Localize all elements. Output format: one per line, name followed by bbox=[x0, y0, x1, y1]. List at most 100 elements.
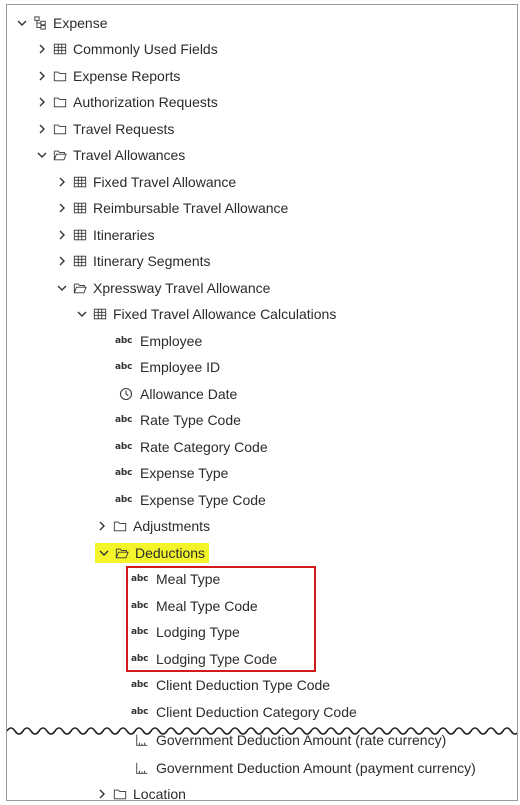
tree-node-itinerary-segments[interactable]: Itinerary Segments bbox=[55, 248, 211, 274]
tree-node-fixed-ta-calculations[interactable]: Fixed Travel Allowance Calculations bbox=[75, 301, 336, 327]
tree-label: Expense bbox=[53, 15, 108, 31]
chevron-down-icon[interactable] bbox=[55, 281, 69, 295]
tree-node-authorization-requests[interactable]: Authorization Requests bbox=[35, 89, 218, 115]
tree-label: Itinerary Segments bbox=[93, 253, 211, 269]
chevron-right-icon[interactable] bbox=[55, 201, 69, 215]
tree-label: Adjustments bbox=[133, 518, 211, 534]
tree-label: Expense Type Code bbox=[140, 492, 266, 508]
text-type-badge: abc bbox=[115, 495, 133, 505]
tree-label: Expense Type bbox=[140, 465, 229, 481]
table-icon bbox=[72, 200, 88, 216]
tree-label: Travel Allowances bbox=[73, 147, 186, 163]
text-type-badge: abc bbox=[115, 442, 133, 452]
tree-label: Meal Type bbox=[156, 571, 221, 587]
highlight: Deductions bbox=[95, 543, 210, 563]
tree-label: Lodging Type bbox=[156, 624, 240, 640]
folder-icon bbox=[112, 518, 128, 534]
tree-field-meal-type-code[interactable]: abc Meal Type Code bbox=[131, 593, 258, 619]
tree-label: Meal Type Code bbox=[156, 598, 258, 614]
chevron-right-icon[interactable] bbox=[55, 175, 69, 189]
text-type-badge: abc bbox=[131, 601, 149, 611]
tree-field-employee-id[interactable]: abc Employee ID bbox=[115, 354, 220, 380]
tree-node-deductions[interactable]: Deductions bbox=[95, 540, 210, 566]
tree-node-location[interactable]: Location bbox=[95, 781, 186, 801]
tree-node-xpressway-travel-allowance[interactable]: Xpressway Travel Allowance bbox=[55, 275, 270, 301]
chevron-right-icon[interactable] bbox=[55, 228, 69, 242]
tree-field-gov-deduction-payment-currency[interactable]: Government Deduction Amount (payment cur… bbox=[131, 755, 476, 781]
folder-open-icon bbox=[52, 147, 68, 163]
tree-label: Fixed Travel Allowance bbox=[93, 174, 237, 190]
chevron-down-icon[interactable] bbox=[75, 307, 89, 321]
tree-label: Government Deduction Amount (payment cur… bbox=[156, 760, 476, 776]
tree-label: Rate Type Code bbox=[140, 412, 241, 428]
tree-field-meal-type[interactable]: abc Meal Type bbox=[131, 566, 220, 592]
tree-label: Travel Requests bbox=[73, 121, 175, 137]
tree-node-expense-reports[interactable]: Expense Reports bbox=[35, 63, 180, 89]
chevron-right-icon[interactable] bbox=[55, 254, 69, 268]
folder-icon bbox=[52, 68, 68, 84]
hierarchy-icon bbox=[32, 15, 48, 31]
tree-node-fixed-travel-allowance[interactable]: Fixed Travel Allowance bbox=[55, 169, 236, 195]
tree-label: Expense Reports bbox=[73, 68, 181, 84]
tree-node-expense[interactable]: Expense bbox=[15, 10, 107, 36]
tree-field-lodging-type[interactable]: abc Lodging Type bbox=[131, 619, 240, 645]
tree-label: Client Deduction Category Code bbox=[156, 704, 357, 720]
tree-label: Location bbox=[133, 786, 186, 801]
text-type-badge: abc bbox=[131, 680, 149, 690]
tree-label: Rate Category Code bbox=[140, 439, 268, 455]
tree-field-employee[interactable]: abc Employee bbox=[115, 328, 202, 354]
table-icon bbox=[52, 41, 68, 57]
folder-icon bbox=[52, 121, 68, 137]
tree-field-lodging-type-code[interactable]: abc Lodging Type Code bbox=[131, 646, 277, 672]
folder-open-icon bbox=[72, 280, 88, 296]
folder-open-icon bbox=[114, 545, 130, 561]
tree-label: Fixed Travel Allowance Calculations bbox=[113, 306, 337, 322]
torn-edge-divider bbox=[7, 725, 517, 735]
chevron-right-icon[interactable] bbox=[95, 787, 109, 800]
table-icon bbox=[72, 253, 88, 269]
chevron-right-icon[interactable] bbox=[35, 42, 49, 56]
measure-icon bbox=[131, 760, 153, 776]
tree-node-commonly-used-fields[interactable]: Commonly Used Fields bbox=[35, 36, 218, 62]
tree-label: Allowance Date bbox=[140, 386, 238, 402]
table-icon bbox=[72, 227, 88, 243]
tree-label: Commonly Used Fields bbox=[73, 41, 218, 57]
chevron-right-icon[interactable] bbox=[35, 122, 49, 136]
tree-node-travel-requests[interactable]: Travel Requests bbox=[35, 116, 174, 142]
tree-field-rate-category-code[interactable]: abc Rate Category Code bbox=[115, 434, 268, 460]
tree-label: Employee ID bbox=[140, 359, 221, 375]
text-type-badge: abc bbox=[115, 468, 133, 478]
chevron-down-icon[interactable] bbox=[97, 546, 111, 560]
tree-label: Authorization Requests bbox=[73, 94, 218, 110]
tree-label: Lodging Type Code bbox=[156, 651, 278, 667]
tree-field-allowance-date[interactable]: Allowance Date bbox=[115, 381, 237, 407]
tree-field-rate-type-code[interactable]: abc Rate Type Code bbox=[115, 407, 241, 433]
tree-field-expense-type-code[interactable]: abc Expense Type Code bbox=[115, 487, 266, 513]
chevron-right-icon[interactable] bbox=[35, 95, 49, 109]
chevron-down-icon[interactable] bbox=[15, 16, 29, 30]
text-type-badge: abc bbox=[115, 415, 133, 425]
tree-node-itineraries[interactable]: Itineraries bbox=[55, 222, 154, 248]
chevron-down-icon[interactable] bbox=[35, 148, 49, 162]
tree-label: Itineraries bbox=[93, 227, 155, 243]
tree-label: Reimbursable Travel Allowance bbox=[93, 200, 289, 216]
text-type-badge: abc bbox=[115, 336, 133, 346]
chevron-right-icon[interactable] bbox=[35, 69, 49, 83]
tree-node-travel-allowances[interactable]: Travel Allowances bbox=[35, 142, 185, 168]
tree-node-adjustments[interactable]: Adjustments bbox=[95, 513, 210, 539]
tree-node-reimbursable-travel-allowance[interactable]: Reimbursable Travel Allowance bbox=[55, 195, 288, 221]
field-tree-panel: Expense Commonly Used Fields Expense Rep… bbox=[6, 4, 518, 801]
text-type-badge: abc bbox=[131, 654, 149, 664]
tree-label: Xpressway Travel Allowance bbox=[93, 280, 271, 296]
tree-field-client-deduction-category-code[interactable]: abc Client Deduction Category Code bbox=[131, 699, 357, 725]
table-icon bbox=[72, 174, 88, 190]
tree-label: Client Deduction Type Code bbox=[156, 677, 331, 693]
tree-label: Deductions bbox=[135, 545, 206, 561]
text-type-badge: abc bbox=[131, 627, 149, 637]
tree-label: Employee bbox=[140, 333, 203, 349]
tree-field-client-deduction-type-code[interactable]: abc Client Deduction Type Code bbox=[131, 672, 330, 698]
clock-icon bbox=[115, 386, 137, 402]
tree-field-expense-type[interactable]: abc Expense Type bbox=[115, 460, 228, 486]
text-type-badge: abc bbox=[115, 362, 133, 372]
chevron-right-icon[interactable] bbox=[95, 519, 109, 533]
